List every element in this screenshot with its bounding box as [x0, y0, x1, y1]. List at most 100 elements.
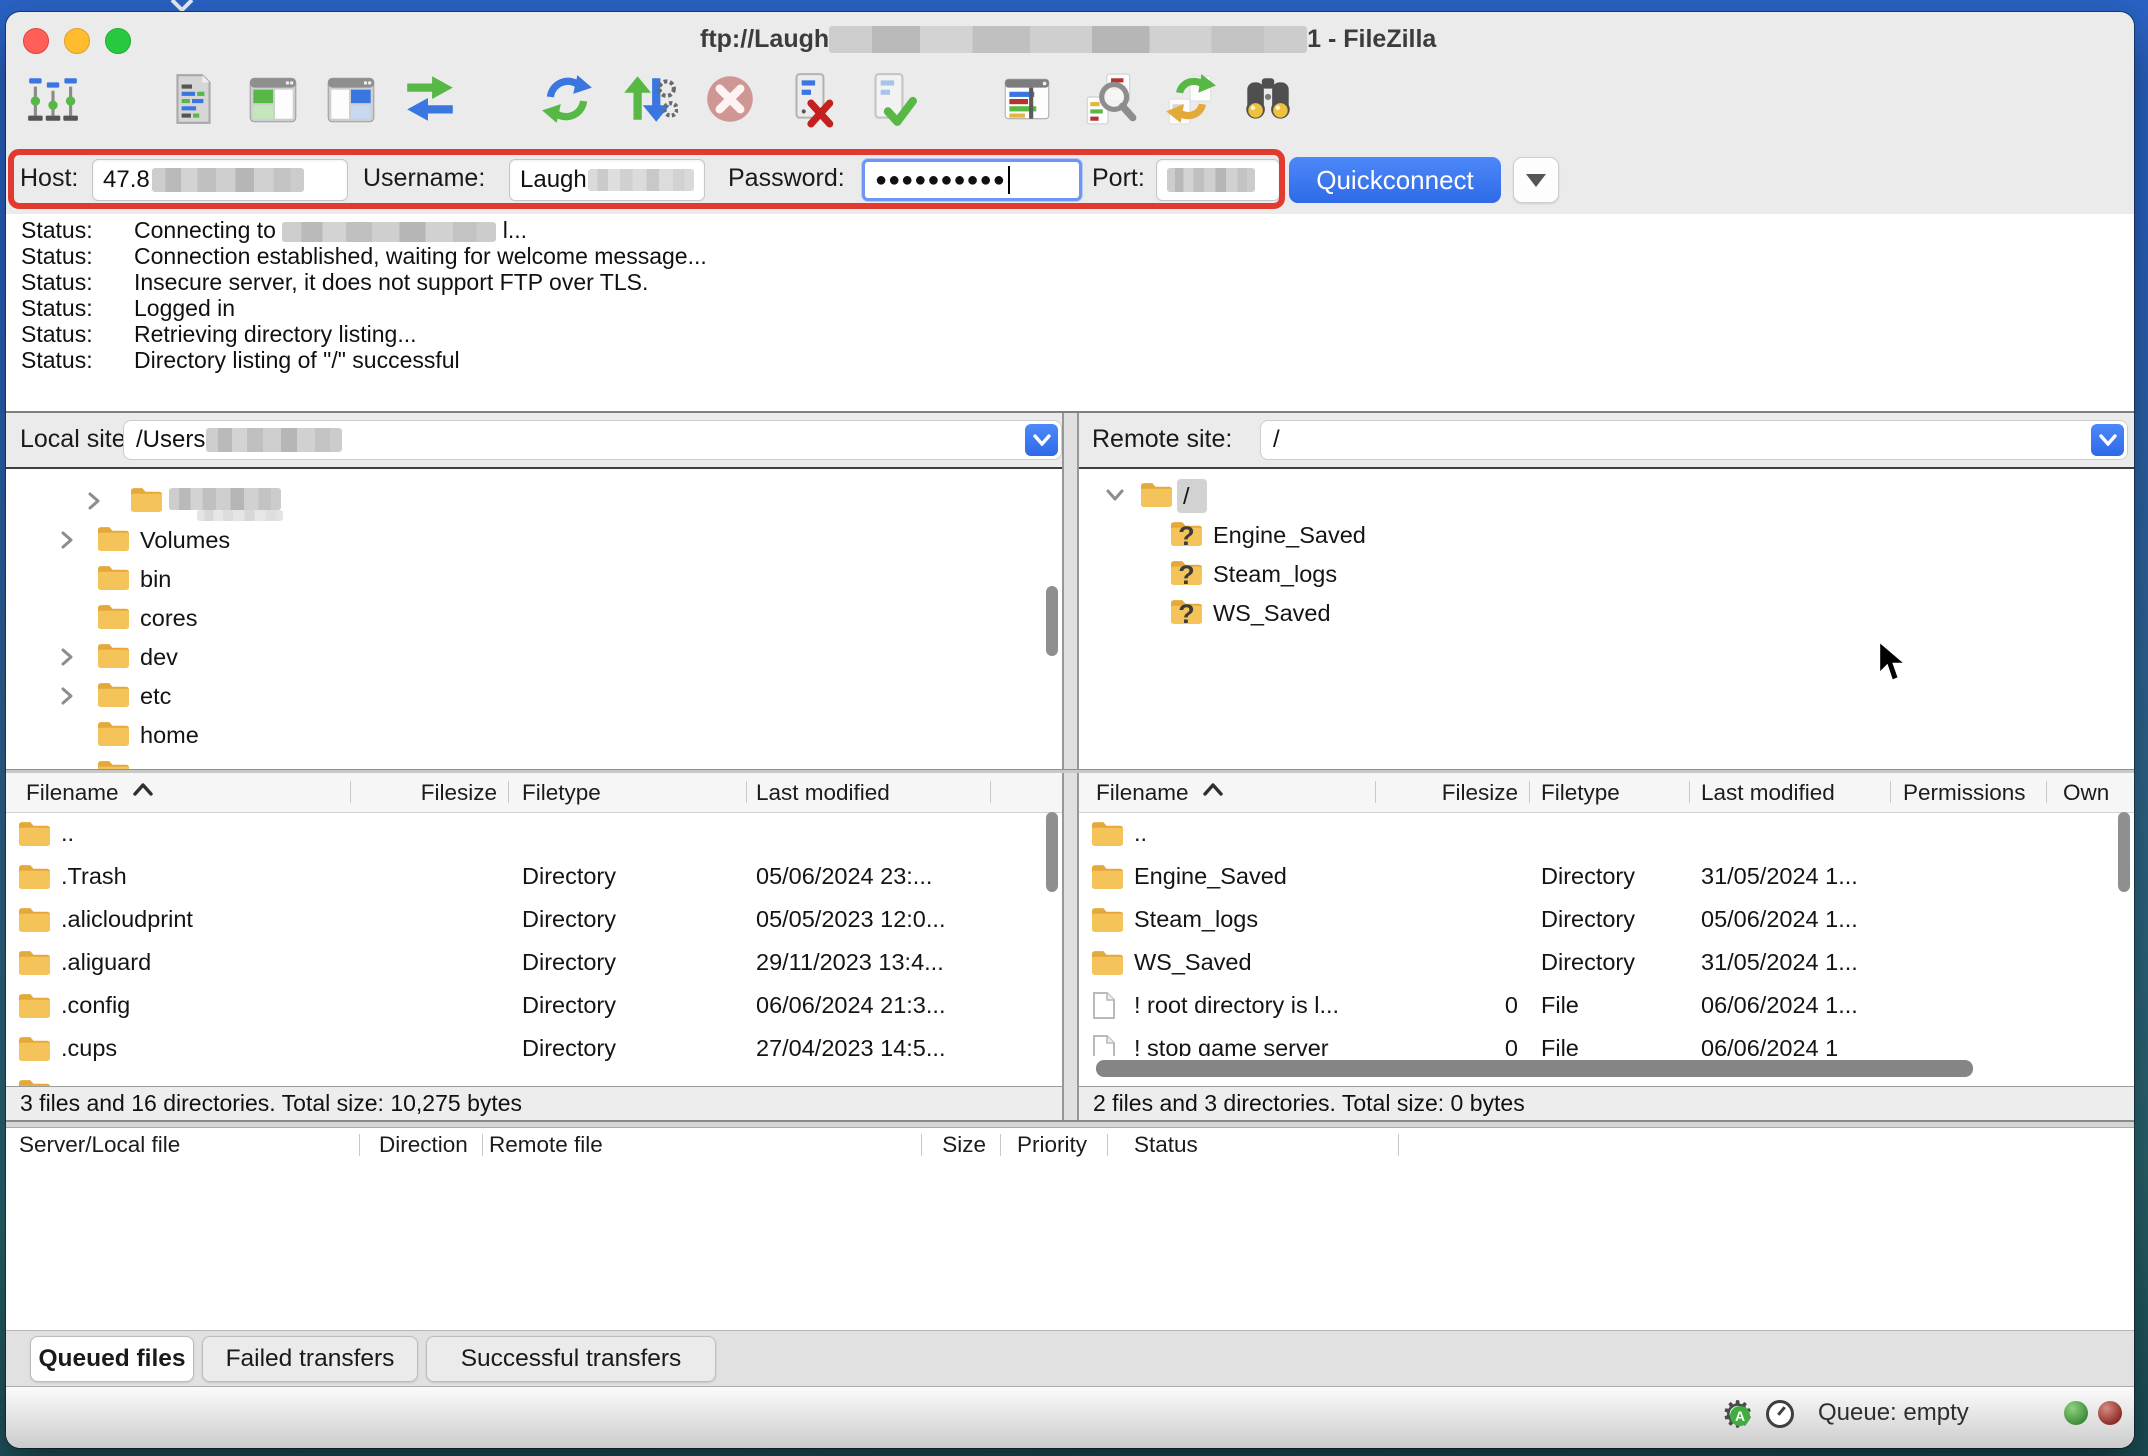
tab-failed-transfers[interactable]: Failed transfers	[202, 1336, 418, 1382]
tree-item--[interactable]: /	[1079, 477, 2134, 516]
remote-site-combo-button[interactable]	[2091, 424, 2124, 456]
username-input[interactable]: Laugh	[509, 159, 705, 201]
tree-item-etc[interactable]: etc	[6, 677, 1062, 716]
column-separator[interactable]	[1529, 781, 1530, 803]
tree-item-volumes[interactable]: Volumes	[6, 521, 1062, 560]
column-separator[interactable]	[1689, 781, 1690, 803]
tree-item-dev[interactable]: dev	[6, 638, 1062, 677]
refresh-listing-icon[interactable]	[538, 68, 596, 130]
chevron-right-icon[interactable]	[58, 686, 78, 711]
column-header-own[interactable]: Own	[2063, 780, 2109, 806]
remote-tree-toggle-icon[interactable]	[322, 68, 380, 130]
column-header-filename[interactable]: Filename	[26, 780, 119, 806]
column-header-last-modified[interactable]: Last modified	[1701, 780, 1835, 806]
file-row--[interactable]: ..	[6, 813, 1062, 856]
queue-column-server-local-file[interactable]: Server/Local file	[19, 1132, 180, 1158]
disconnect-icon[interactable]	[782, 68, 840, 130]
remote-list-scrollbar[interactable]	[2118, 812, 2130, 892]
file-row--trash[interactable]: .TrashDirectory05/06/2024 23:...	[6, 856, 1062, 899]
column-header-filetype[interactable]: Filetype	[1541, 780, 1620, 806]
tree-item[interactable]	[6, 482, 1062, 521]
tree-item-cores[interactable]: cores	[6, 599, 1062, 638]
remote-hscroll-thumb[interactable]	[1096, 1060, 1973, 1077]
host-input[interactable]: 47.8	[92, 159, 348, 201]
zoom-window-button[interactable]	[105, 28, 131, 54]
directory-listing-filters-icon[interactable]	[998, 68, 1056, 130]
tree-item-ws-saved[interactable]: ?WS_Saved	[1079, 594, 2134, 633]
column-separator[interactable]	[746, 781, 747, 803]
queue-column-size[interactable]: Size	[906, 1132, 986, 1158]
file-row-ws-saved[interactable]: WS_SavedDirectory31/05/2024 1...	[1079, 942, 2134, 985]
column-header-filesize[interactable]: Filesize	[1384, 780, 1518, 806]
column-header-filesize[interactable]: Filesize	[356, 780, 497, 806]
column-separator[interactable]	[921, 1134, 922, 1156]
column-separator[interactable]	[482, 1134, 483, 1156]
directory-comparison-icon[interactable]	[1081, 68, 1139, 130]
chevron-right-icon[interactable]	[85, 491, 105, 516]
tree-item[interactable]	[6, 755, 1062, 769]
queue-column-status[interactable]: Status	[1134, 1132, 1198, 1158]
site-manager-icon[interactable]	[24, 68, 82, 130]
column-header-last-modified[interactable]: Last modified	[756, 780, 890, 806]
minimize-window-button[interactable]	[64, 28, 90, 54]
remote-site-path-input[interactable]: /	[1260, 420, 2128, 460]
column-header-filetype[interactable]: Filetype	[522, 780, 601, 806]
column-header-filename[interactable]: Filename	[1096, 780, 1189, 806]
column-separator[interactable]	[990, 781, 991, 803]
column-separator[interactable]	[1375, 781, 1376, 803]
cancel-operation-icon[interactable]	[701, 68, 759, 130]
queue-column-priority[interactable]: Priority	[1017, 1132, 1087, 1158]
file-row--cups[interactable]: .cupsDirectory27/04/2023 14:5...	[6, 1028, 1062, 1071]
column-separator[interactable]	[350, 781, 351, 803]
file-row-engine-saved[interactable]: Engine_SavedDirectory31/05/2024 1...	[1079, 856, 2134, 899]
password-input[interactable]: ●●●●●●●●●●	[862, 159, 1082, 201]
local-tree-scrollbar[interactable]	[1046, 586, 1058, 656]
transfer-queue-toggle-icon[interactable]	[401, 68, 459, 130]
autoupdate-gear-icon[interactable]: ⚙A	[1721, 1393, 1761, 1437]
tree-item-steam-logs[interactable]: ?Steam_logs	[1079, 555, 2134, 594]
find-files-icon[interactable]	[1239, 68, 1297, 130]
quickconnect-button[interactable]: Quickconnect	[1289, 157, 1501, 203]
queue-column-remote-file[interactable]: Remote file	[489, 1132, 603, 1158]
port-input[interactable]	[1156, 159, 1280, 201]
close-window-button[interactable]	[23, 28, 49, 54]
local-site-path-input[interactable]: /Users	[123, 420, 1062, 460]
local-list-scrollbar[interactable]	[1046, 812, 1058, 892]
column-header-permissions[interactable]: Permissions	[1903, 780, 2026, 806]
folder-icon	[1092, 950, 1123, 981]
file-row--config[interactable]: .configDirectory06/06/2024 21:3...	[6, 985, 1062, 1028]
chevron-down-icon[interactable]	[1105, 486, 1125, 511]
tab-queued-files[interactable]: Queued files	[30, 1336, 194, 1382]
quickconnect-dropdown-button[interactable]	[1513, 157, 1559, 203]
file-row--alicloudprint[interactable]: .alicloudprintDirectory05/05/2023 12:0..…	[6, 899, 1062, 942]
tree-item-home[interactable]: home	[6, 716, 1062, 755]
queue-column-direction[interactable]: Direction	[379, 1132, 468, 1158]
column-separator[interactable]	[2046, 781, 2047, 803]
column-separator[interactable]	[1890, 781, 1891, 803]
chevron-right-icon[interactable]	[58, 530, 78, 555]
file-row--[interactable]: ..	[1079, 813, 2134, 856]
column-separator[interactable]	[359, 1134, 360, 1156]
chevron-right-icon[interactable]	[58, 647, 78, 672]
column-separator[interactable]	[1398, 1134, 1399, 1156]
process-queue-icon[interactable]	[620, 68, 678, 130]
pane-divider[interactable]	[1062, 413, 1079, 1122]
synchronized-browsing-icon[interactable]	[1161, 68, 1219, 130]
tree-item-bin[interactable]: bin	[6, 560, 1062, 599]
svg-text:?: ?	[1178, 521, 1194, 548]
file-row--stop-game-server[interactable]: ! stop game server0File06/06/2024 1	[1079, 1028, 2134, 1056]
message-log-toggle-icon[interactable]	[164, 68, 222, 130]
tab-successful-transfers[interactable]: Successful transfers	[426, 1336, 716, 1382]
speed-limit-icon[interactable]	[1766, 1400, 1794, 1428]
file-row--root-directory-is-l-[interactable]: ! root directory is l...0File06/06/2024 …	[1079, 985, 2134, 1028]
column-separator[interactable]	[508, 781, 509, 803]
file-row-steam-logs[interactable]: Steam_logsDirectory05/06/2024 1...	[1079, 899, 2134, 942]
reconnect-icon[interactable]	[861, 68, 919, 130]
column-separator[interactable]	[1107, 1134, 1108, 1156]
file-row[interactable]	[6, 1071, 1062, 1086]
column-separator[interactable]	[1000, 1134, 1001, 1156]
local-tree-toggle-icon[interactable]	[244, 68, 302, 130]
tree-item-engine-saved[interactable]: ?Engine_Saved	[1079, 516, 2134, 555]
file-row--aliguard[interactable]: .aliguardDirectory29/11/2023 13:4...	[6, 942, 1062, 985]
local-site-combo-button[interactable]	[1025, 424, 1058, 456]
